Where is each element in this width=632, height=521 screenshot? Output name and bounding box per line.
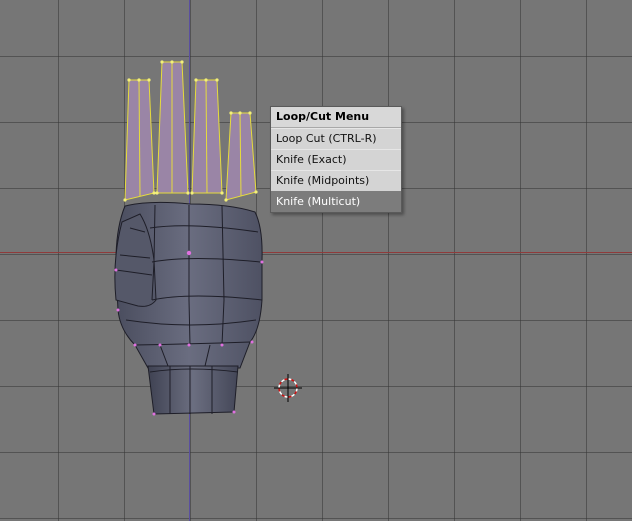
wrist-face [147,365,239,415]
menu-item-knife-multicut[interactable]: Knife (Multicut) [271,191,401,212]
3d-viewport[interactable]: Loop/Cut Menu Loop Cut (CTRL-R) Knife (E… [0,0,632,521]
3d-cursor-icon[interactable] [272,372,304,404]
menu-item-knife-exact[interactable]: Knife (Exact) [271,149,401,170]
finger-faces [124,61,257,201]
menu-title: Loop/Cut Menu [271,107,401,128]
menu-item-knife-midpoints[interactable]: Knife (Midpoints) [271,170,401,191]
hand-mesh[interactable] [0,0,632,521]
finger-edge-lines [138,62,242,197]
loop-cut-menu: Loop/Cut Menu Loop Cut (CTRL-R) Knife (E… [270,106,402,213]
menu-item-loop-cut[interactable]: Loop Cut (CTRL-R) [271,128,401,149]
